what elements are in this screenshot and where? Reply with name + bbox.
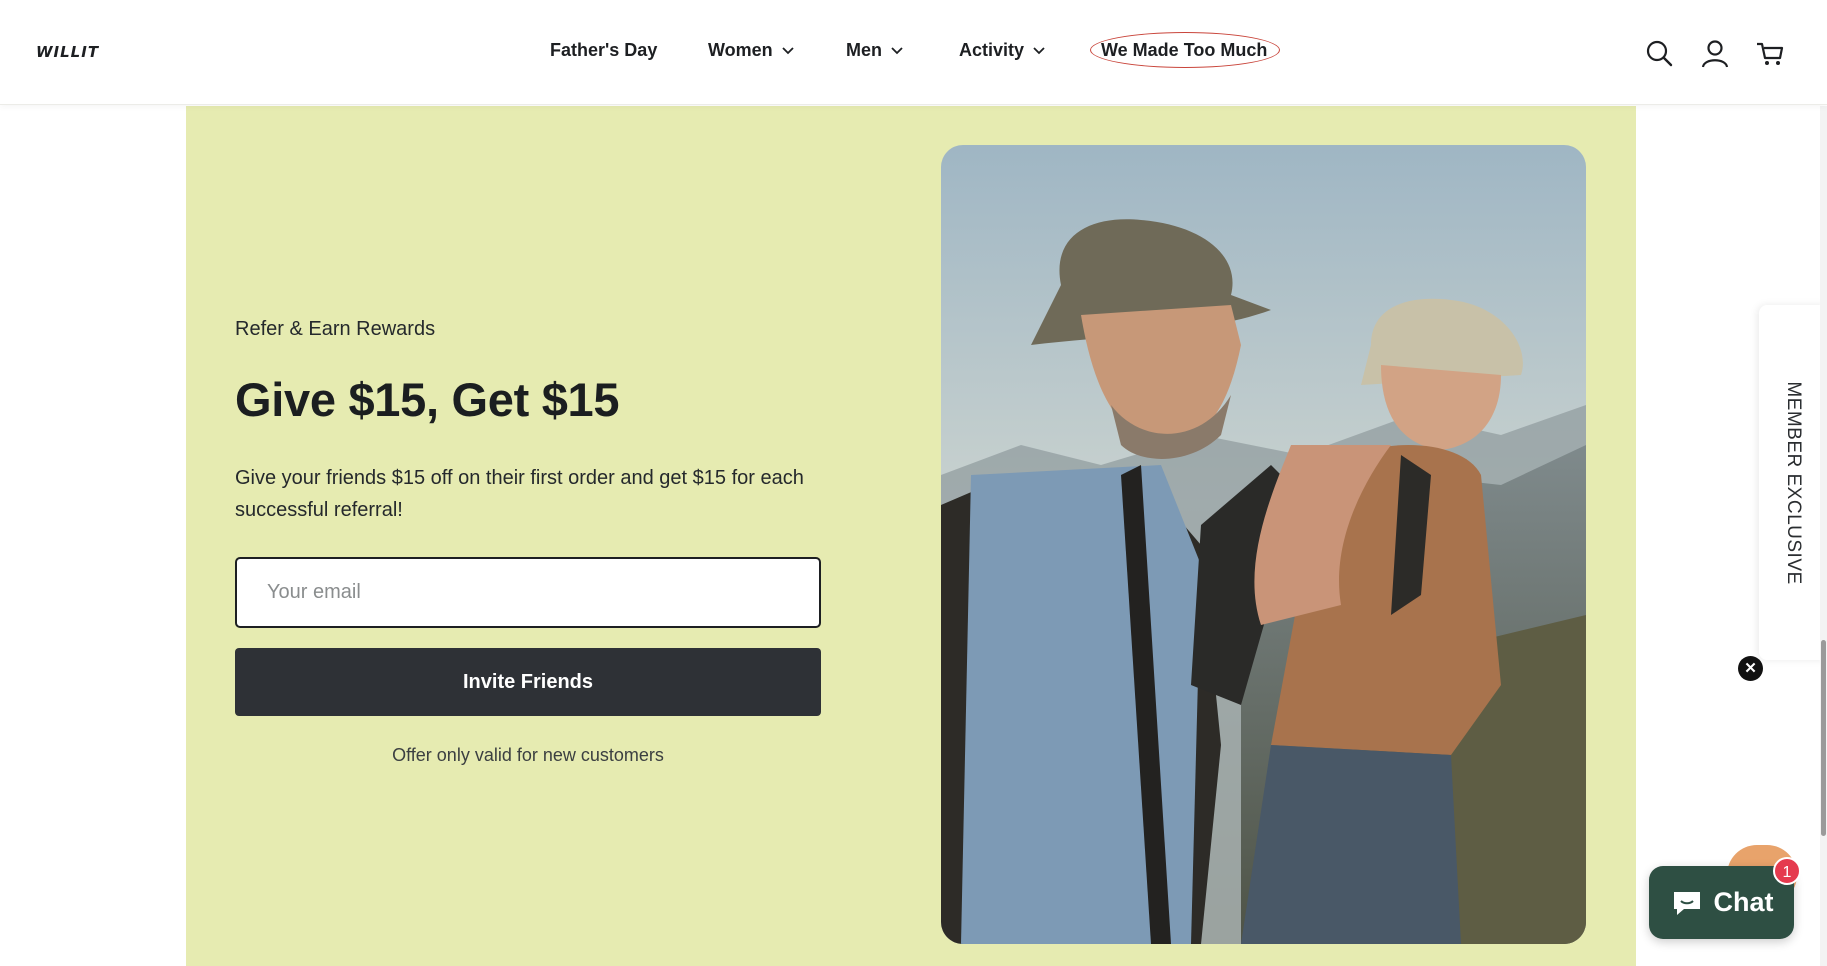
chevron-down-icon [1033,47,1045,55]
account-icon[interactable] [1700,38,1730,68]
nav-item-label: Activity [959,39,1025,60]
nav-item-label: Women [708,39,773,60]
page: WILLIT Father's Day Women Men Activity W… [0,0,1827,966]
nav-item-label: Father's Day [550,39,658,60]
email-field[interactable] [235,557,821,628]
hikers-photo [941,145,1586,944]
member-exclusive-label: MEMBER EXCLUSIVE [1783,380,1804,585]
nav-item-we-made-too-much[interactable]: We Made Too Much [1101,38,1267,62]
nav-item-women[interactable]: Women [708,38,795,62]
site-header: WILLIT Father's Day Women Men Activity W… [0,0,1827,105]
nav-item-activity[interactable]: Activity [959,38,1046,62]
close-icon[interactable]: ✕ [1738,656,1763,681]
main-nav: Father's Day Women Men Activity We Made … [0,32,1827,68]
nav-item-fathers-day[interactable]: Father's Day [550,38,657,62]
offer-note: Offer only valid for new customers [392,745,664,765]
referral-headline: Give $15, Get $15 [235,373,620,426]
nav-item-men[interactable]: Men [846,38,904,62]
cart-icon[interactable] [1755,38,1785,68]
notification-badge: 1 [1773,857,1801,885]
referral-eyebrow: Refer & Earn Rewards [235,318,436,340]
nav-item-label: We Made Too Much [1101,39,1268,60]
member-exclusive-tab[interactable]: MEMBER EXCLUSIVE [1759,305,1827,660]
chat-bubble-icon [1673,891,1700,915]
search-icon[interactable] [1644,38,1674,68]
chat-button[interactable]: Chat [1649,866,1794,939]
chevron-down-icon [782,47,794,55]
scrollbar-thumb[interactable] [1821,640,1826,836]
referral-description: Give your friends $15 off on their first… [235,467,804,521]
scrollbar-track[interactable] [1820,106,1827,966]
chat-label: Chat [1713,887,1774,917]
chevron-down-icon [891,47,903,55]
nav-item-label: Men [846,39,882,60]
invite-friends-button[interactable]: Invite Friends [235,648,821,716]
